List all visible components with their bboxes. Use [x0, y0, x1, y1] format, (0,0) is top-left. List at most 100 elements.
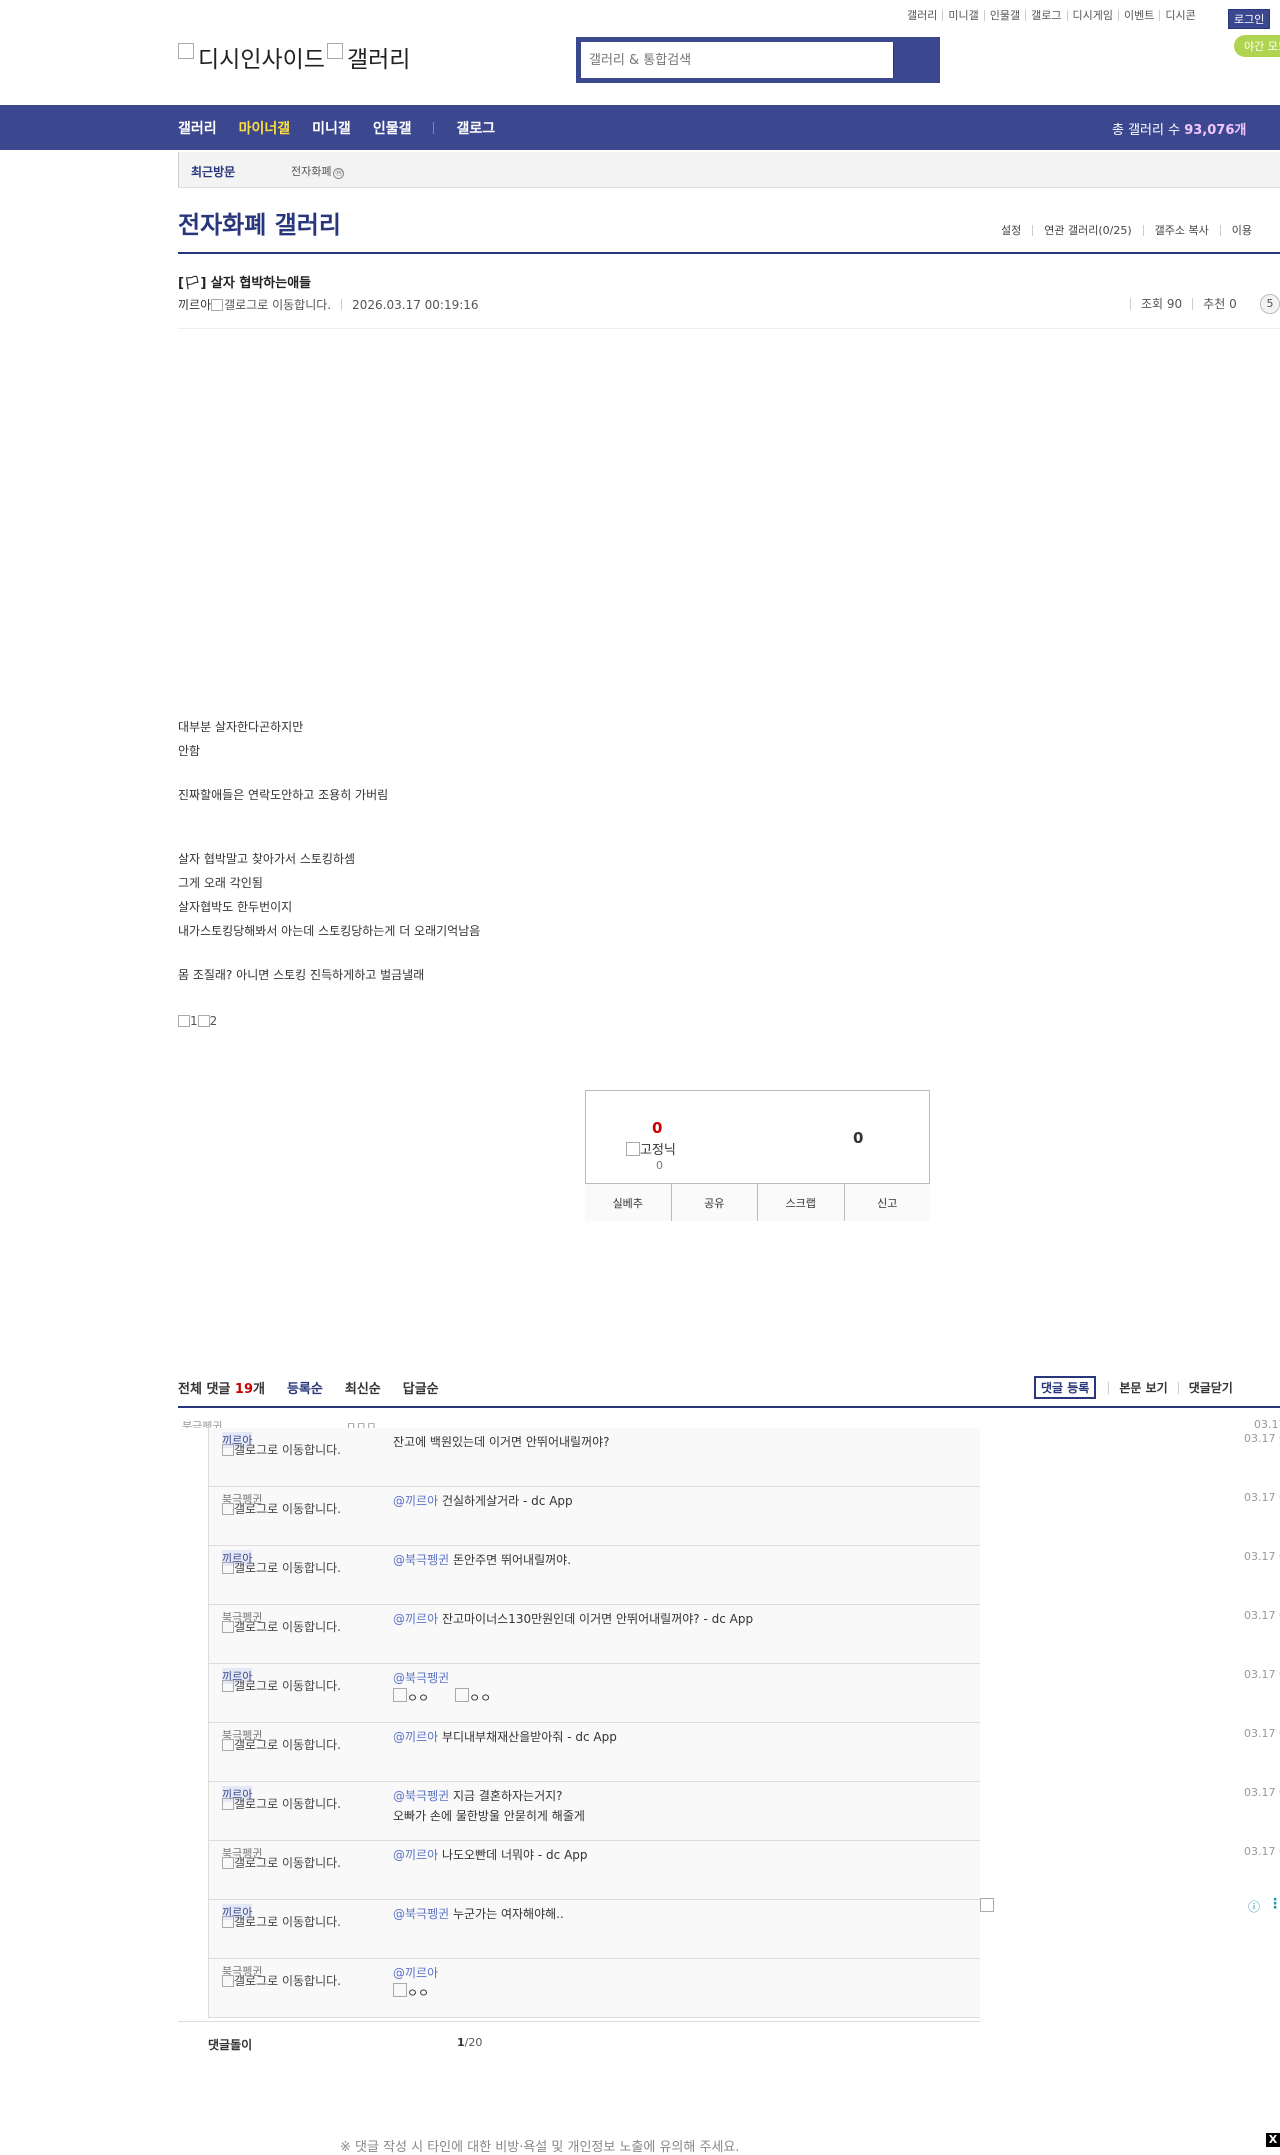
best-recommend-button[interactable]: 실베추: [585, 1184, 672, 1221]
comment-prev-date: 03.17: [1254, 1418, 1280, 1428]
broken-image-icon: [393, 1983, 407, 1997]
recommend-up-count[interactable]: 0: [652, 1119, 662, 1137]
comment-mention[interactable]: @끼르아: [393, 1848, 438, 1862]
comment-register-button[interactable]: 댓글 등록: [1034, 1376, 1097, 1399]
search-button[interactable]: [893, 42, 935, 78]
nav-persongall[interactable]: 인물갤: [373, 118, 412, 138]
gallog-link[interactable]: 갤로그로 이동합니다.: [222, 1798, 352, 1810]
recommend-down-count[interactable]: 0: [853, 1129, 863, 1147]
tab-register-order[interactable]: 등록순: [287, 1378, 323, 1397]
login-button[interactable]: 로그인: [1228, 9, 1271, 29]
util-minigall[interactable]: 미니갤: [943, 10, 985, 21]
gallery-settings[interactable]: 설정: [990, 225, 1032, 236]
gallog-icon: [222, 1444, 234, 1456]
gallog-alt: 갤로그로 이동합니다.: [234, 1915, 341, 1929]
comment-body: 부디내부채재산을받아줘 - dc App: [438, 1730, 617, 1744]
close-comments-button[interactable]: 댓글닫기: [1177, 1381, 1243, 1394]
comment-mention[interactable]: @끼르아: [393, 1612, 438, 1626]
comment-text: @북극펭귄 지금 결혼하자는거지? 오빠가 손에 물한방울 안묻히게 해줄게: [393, 1786, 585, 1826]
ad-info-icon[interactable]: ⓘ: [1248, 1898, 1260, 1915]
broken-image-icon: [455, 1688, 470, 1702]
related-galleries[interactable]: 연관 갤러리(0/25): [1032, 225, 1142, 236]
comment-body-line2: 오빠가 손에 물한방울 안묻히게 해줄게: [393, 1809, 585, 1823]
dccon-item[interactable]: ㅇㅇ: [393, 1688, 429, 1708]
copy-gallery-url[interactable]: 갤주소 복사: [1142, 225, 1220, 236]
gallog-link[interactable]: 갤로그로 이동합니다.: [222, 1621, 352, 1633]
comment-mention[interactable]: @북극펭귄: [393, 1789, 449, 1803]
nav-minigall[interactable]: 미니갤: [312, 118, 351, 138]
gallog-link[interactable]: 갤로그로 이동합니다.: [222, 1562, 352, 1574]
gallery-title[interactable]: 전자화폐 갤러리: [178, 205, 341, 240]
gallog-alt: 갤로그로 이동합니다.: [234, 1502, 341, 1516]
comment-date: 03.17 0: [1244, 1609, 1280, 1622]
report-button[interactable]: 신고: [844, 1184, 930, 1221]
tab-latest[interactable]: 최신순: [345, 1378, 381, 1397]
util-event[interactable]: 이벤트: [1119, 10, 1161, 21]
util-dcgame[interactable]: 디시게임: [1068, 10, 1119, 21]
comment-date: 03.17 0: [1244, 1786, 1280, 1799]
scrap-button[interactable]: 스크랩: [758, 1184, 845, 1221]
comment-mention[interactable]: @북극펭귄: [393, 1553, 449, 1567]
search-input[interactable]: [581, 42, 893, 78]
gallog-link[interactable]: 갤로그로 이동합니다.: [222, 1444, 352, 1456]
top-util-bar: 갤러리 미니갤 인물갤 갤로그 디시게임 이벤트 디시콘: [902, 10, 1201, 21]
comment-mention[interactable]: @끼르아: [393, 1494, 438, 1508]
comment-item: 끼르아 갤로그로 이동합니다. @북극펭귄 지금 결혼하자는거지? 오빠가 손에 …: [209, 1782, 1280, 1841]
fixed-nick-alt: 고정닉: [640, 1143, 676, 1158]
site-logo[interactable]: 디시인사이드 갤러리: [178, 40, 410, 74]
gallog-link[interactable]: 갤로그로 이동합니다.: [222, 1975, 352, 1987]
comment-mention[interactable]: @끼르아: [393, 1730, 438, 1744]
recent-item-emoney[interactable]: 전자화폐 ⓜ: [291, 163, 345, 179]
dccon-item[interactable]: ㅇㅇ: [393, 1983, 429, 2003]
image-alt-2[interactable]: 2: [210, 1014, 218, 1028]
dccon-item[interactable]: ㅇㅇ: [455, 1688, 491, 1708]
post-recommend: 추천 0: [1192, 298, 1247, 310]
body-line: 살자협박도 한두번이지: [178, 900, 293, 914]
more-options-icon[interactable]: ⋮: [1268, 1896, 1280, 1912]
body-gap: [178, 943, 480, 963]
comment-pagination: 1/20: [457, 2036, 482, 2049]
gallog-link[interactable]: 갤로그로 이동합니다.: [222, 1916, 352, 1928]
post-title: [🏳] 살자 협박하는애들: [178, 276, 312, 291]
comment-mention[interactable]: @끼르아: [393, 1966, 438, 1980]
comment-item: 끼르아 갤로그로 이동합니다. @북극펭귄 누군가는 여자해야해..: [209, 1900, 980, 1959]
close-icon[interactable]: X: [1266, 2133, 1280, 2147]
comment-body: 나도오빤데 너뭐야 - dc App: [438, 1848, 588, 1862]
nav-minorgall[interactable]: 마이너갤: [239, 118, 291, 138]
gallog-icon: [222, 1916, 234, 1928]
gallog-link[interactable]: 갤로그로 이동합니다.: [222, 1857, 352, 1869]
gallog-link[interactable]: 갤로그로 이동합니다.: [222, 1680, 352, 1692]
comment-mention[interactable]: @북극펭귄: [393, 1671, 449, 1685]
gallog-alt: 갤로그로 이동합니다.: [234, 1443, 341, 1457]
gallog-icon[interactable]: [211, 298, 224, 311]
comment-count-badge[interactable]: 5: [1260, 294, 1280, 314]
gallog-alt: 갤로그로 이동합니다.: [234, 1679, 341, 1693]
nav-gallery[interactable]: 갤러리: [178, 118, 217, 138]
fixed-nick-recommend[interactable]: 고정닉: [626, 1139, 676, 1158]
gallog-link[interactable]: 갤로그로 이동합니다.: [222, 1739, 352, 1751]
total-gallery-count: 총 갤러리 수 93,076개: [1112, 119, 1246, 138]
comment-mention[interactable]: @북극펭귄: [393, 1907, 449, 1921]
comment-text: 잔고에 백원있는데 이거면 안뛰어내릴꺼야?: [393, 1432, 610, 1452]
gallog-alt: 갤로그로 이동합니다.: [234, 1561, 341, 1575]
tab-replies[interactable]: 답글순: [403, 1378, 439, 1397]
ad-panel[interactable]: ⓘ ⋮: [980, 1896, 1280, 2008]
page-current[interactable]: 1: [457, 2036, 465, 2049]
share-button[interactable]: 공유: [671, 1184, 758, 1221]
night-mode-button[interactable]: 야간 모드: [1234, 35, 1280, 57]
util-gallog[interactable]: 갤로그: [1026, 10, 1068, 21]
gallog-link[interactable]: 갤로그로 이동합니다.: [222, 1503, 352, 1515]
comment-total-label: 전체 댓글: [178, 1382, 235, 1397]
image-alt-1[interactable]: 1: [190, 1014, 198, 1028]
util-persongall[interactable]: 인물갤: [985, 10, 1027, 21]
nav-gallog[interactable]: 갤로그: [456, 118, 495, 138]
comment-text: @끼르아 나도오빤데 너뭐야 - dc App: [393, 1845, 588, 1865]
post-writer[interactable]: 끼르아: [178, 296, 211, 313]
util-gallery[interactable]: 갤러리: [902, 10, 944, 21]
gallog-alt: 갤로그로 이동합니다.: [224, 298, 332, 312]
view-body-button[interactable]: 본문 보기: [1108, 1381, 1177, 1394]
comment-text: @끼르아 건실하게살거라 - dc App: [393, 1491, 573, 1511]
broken-image-icon: [197, 1015, 210, 1027]
gallery-usage[interactable]: 이용: [1219, 225, 1263, 236]
util-dccon[interactable]: 디시콘: [1160, 10, 1200, 21]
